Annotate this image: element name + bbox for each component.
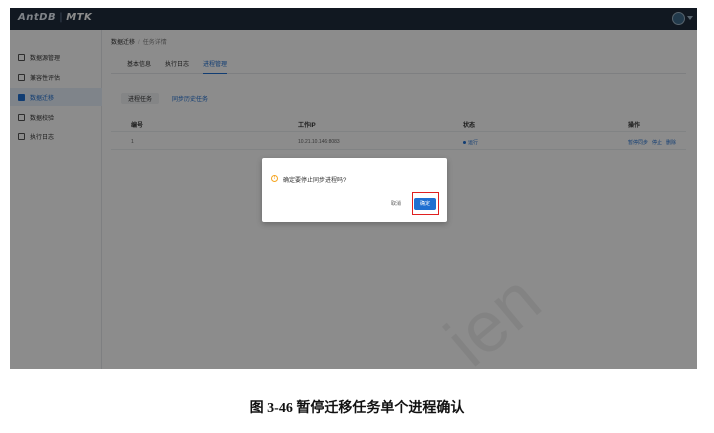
confirm-button-highlight: [412, 192, 439, 215]
warning-icon: !: [271, 175, 278, 182]
cancel-button[interactable]: 取消: [386, 198, 406, 210]
dialog-message: 确定要停止同步进程吗?: [283, 178, 347, 184]
confirm-dialog: ! 确定要停止同步进程吗? 取消 确定: [262, 158, 447, 222]
figure-caption: 图 3-46 暂停迁移任务单个进程确认: [249, 401, 465, 416]
screenshot: AntDB | MTK 数据源管理 兼容性评估 数据迁移 数据校验 执行日志 数据迁…: [10, 8, 697, 369]
